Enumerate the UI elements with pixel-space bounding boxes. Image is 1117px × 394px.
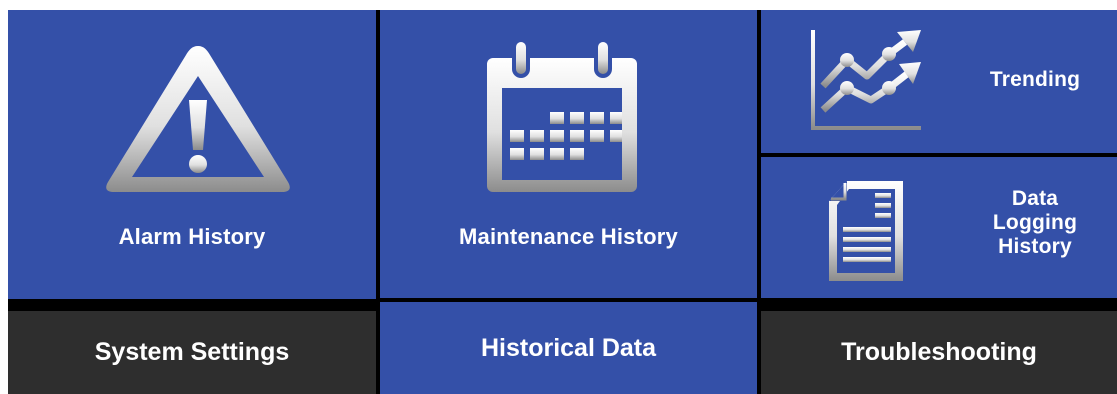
trending-label: Trending [989,68,1081,91]
nav-system-settings-button[interactable]: System Settings [8,311,376,394]
data-logging-history-tile[interactable]: Data Logging History [761,157,1117,298]
trending-tile[interactable]: Trending [761,10,1117,153]
alarm-history-label: Alarm History [118,224,266,249]
trend-chart-icon [811,30,921,130]
nav-historical-data-label: Historical Data [480,333,657,362]
warning-icon [106,46,290,192]
alarm-history-tile[interactable]: Alarm History [8,10,376,299]
maintenance-history-tile[interactable]: Maintenance History [380,10,757,298]
historical-data-screen: Alarm History Maintenance History Trendi… [8,10,1117,394]
data-logging-label-line1: Data [1011,187,1059,210]
nav-historical-data-button[interactable]: Historical Data [380,302,757,394]
data-logging-label-line3: History [998,235,1072,258]
nav-troubleshooting-button[interactable]: Troubleshooting [761,311,1117,394]
data-logging-history-label: Data Logging History [961,187,1109,259]
document-icon [829,181,903,281]
calendar-icon [487,42,637,192]
nav-system-settings-label: System Settings [94,338,290,366]
data-logging-label-line2: Logging [992,211,1078,234]
nav-troubleshooting-label: Troubleshooting [841,338,1037,366]
maintenance-history-label: Maintenance History [459,224,678,249]
